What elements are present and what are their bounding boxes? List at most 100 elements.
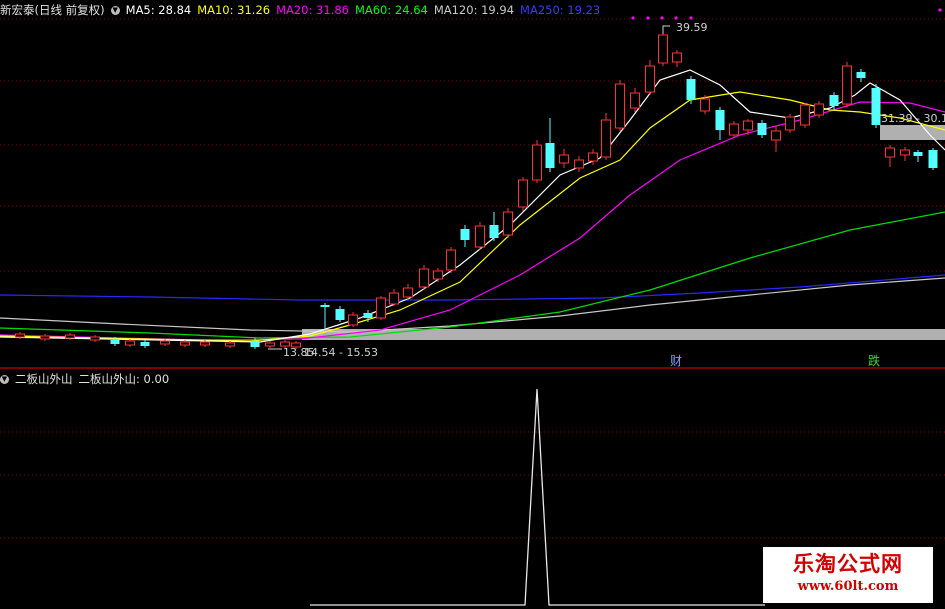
candlestick: [446, 247, 456, 273]
signal-dot: [646, 16, 650, 20]
candlestick: [715, 107, 725, 140]
watermark: 乐淘公式网 www.60lt.com: [763, 547, 933, 603]
candle-body: [729, 123, 739, 136]
candle-body: [771, 130, 781, 141]
candle-body: [829, 95, 839, 106]
candle-body: [545, 143, 555, 168]
lower-price-band: [302, 329, 945, 340]
candlestick: [842, 62, 852, 107]
candlestick: [389, 289, 399, 306]
candle-body: [913, 152, 923, 156]
ma5-label: MA5: 28.84: [125, 3, 192, 17]
high-pointer: [662, 25, 670, 34]
candle-body: [785, 116, 795, 131]
candlestick: [672, 50, 682, 67]
candlestick: [856, 69, 866, 82]
candlestick: [900, 147, 910, 161]
candle-body: [403, 287, 413, 298]
ma10-label: MA10: 31.26: [197, 3, 271, 17]
candle-body: [672, 52, 682, 63]
candlestick: [645, 60, 655, 95]
candlestick: [348, 312, 358, 327]
candlestick: [814, 101, 824, 118]
settings-icon[interactable]: ▼: [110, 6, 120, 15]
candlestick: [885, 145, 895, 167]
candle-body: [348, 314, 358, 326]
candle-body: [489, 225, 499, 238]
candlestick: [265, 341, 275, 348]
candle-body: [574, 159, 584, 169]
candlestick: [376, 296, 386, 320]
candlestick: [40, 334, 50, 341]
candlestick: [489, 212, 499, 241]
candlestick: [757, 120, 767, 138]
candle-body: [532, 144, 542, 181]
ma250-label: MA250: 19.23: [520, 3, 601, 17]
candlestick: [475, 222, 485, 250]
signal-dot: [938, 8, 942, 12]
candle-body: [814, 103, 824, 116]
candlestick: [871, 84, 881, 128]
signal-dot: [660, 16, 664, 20]
candlestick: [800, 103, 810, 128]
candlestick: [601, 113, 611, 160]
candle-body: [376, 297, 386, 319]
candlestick: [433, 268, 443, 282]
candle-body: [140, 342, 150, 346]
ma60-line: [0, 211, 945, 339]
candlestick: [125, 339, 135, 347]
candle-body: [645, 65, 655, 93]
marker-die: 跌: [868, 353, 880, 368]
candle-body: [433, 270, 443, 280]
candlestick: [140, 340, 150, 348]
candle-body: [503, 211, 513, 236]
candlestick: [658, 30, 668, 66]
signal-dot: [674, 16, 678, 20]
lower-band-label: 14.54 - 15.53: [304, 346, 378, 359]
ma10-line: [0, 91, 945, 342]
candle-body: [757, 123, 767, 135]
candle-body: [335, 309, 345, 320]
candle-body: [800, 104, 810, 126]
candlestick: [615, 80, 625, 131]
candle-body: [250, 341, 260, 347]
candle-body: [180, 341, 190, 346]
candle-body: [363, 313, 373, 318]
candlestick: [320, 303, 330, 330]
high-price-label: 39.59: [676, 21, 708, 34]
marker-cai: 财: [670, 354, 682, 368]
ma120-label: MA120: 19.94: [433, 3, 515, 17]
candle-body: [658, 34, 668, 64]
candlestick: [686, 76, 696, 104]
candlestick: [559, 149, 569, 168]
candlestick: [630, 88, 640, 112]
candlestick: [503, 208, 513, 238]
candlestick: [460, 225, 470, 247]
candle-body: [700, 98, 710, 112]
candlestick-chart[interactable]: 39.59 13.85 14.54 - 15.53 31.39 - 30.17 …: [0, 0, 945, 368]
watermark-url: www.60lt.com: [797, 579, 899, 594]
upper-band-label: 31.39 - 30.17: [881, 112, 945, 125]
candlestick: [532, 140, 542, 183]
candle-body: [559, 154, 569, 164]
indicator-line: [310, 388, 765, 606]
candlestick: [913, 150, 923, 162]
candle-body: [40, 335, 50, 340]
candle-body: [110, 340, 120, 344]
indicator-settings-icon[interactable]: ▼: [0, 375, 9, 384]
candlestick: [928, 148, 938, 170]
candle-body: [160, 340, 170, 345]
watermark-title: 乐淘公式网: [793, 552, 903, 576]
candle-body: [65, 334, 75, 339]
ma60-label: MA60: 24.64: [354, 3, 428, 17]
candle-body: [475, 225, 485, 248]
candlestick: [90, 335, 100, 342]
candle-body: [15, 333, 25, 338]
candle-body: [715, 110, 725, 130]
candle-body: [90, 336, 100, 341]
candlestick: [785, 114, 795, 133]
candle-body: [446, 249, 456, 271]
candle-body: [743, 120, 753, 131]
indicator-value: 二板山外山: 0.00: [78, 372, 170, 386]
candle-body: [885, 147, 895, 158]
